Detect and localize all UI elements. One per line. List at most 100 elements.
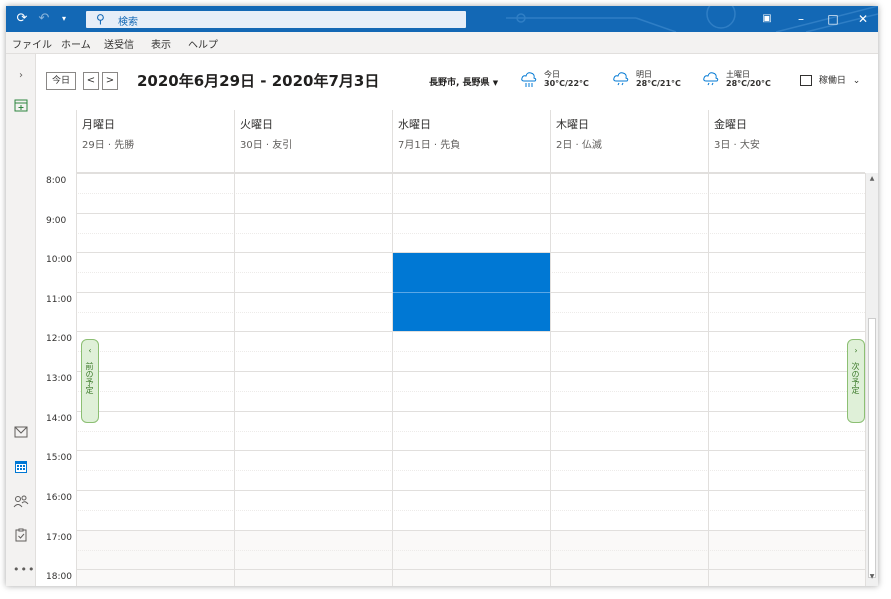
hour-line bbox=[76, 450, 865, 451]
ribbon-display-icon[interactable]: ▣ bbox=[750, 6, 784, 32]
time-label: 15:00 bbox=[46, 453, 72, 463]
mail-icon[interactable] bbox=[13, 426, 29, 442]
menu-help[interactable]: ヘルプ bbox=[188, 36, 218, 51]
drizzle-cloud-icon bbox=[702, 71, 722, 89]
today-button[interactable]: 今日 bbox=[46, 72, 76, 90]
new-event-icon[interactable] bbox=[13, 98, 29, 114]
time-label: 11:00 bbox=[46, 295, 72, 305]
time-label: 16:00 bbox=[46, 493, 72, 503]
weather-temp: 28°C/20°C bbox=[726, 79, 771, 88]
half-hour-line bbox=[76, 431, 865, 432]
day-header-tue[interactable]: 火曜日 30日 · 友引 bbox=[234, 110, 392, 173]
time-label: 9:00 bbox=[46, 216, 67, 226]
selected-time-block[interactable] bbox=[393, 253, 550, 331]
calendar-view-icon bbox=[800, 75, 812, 86]
day-name: 月曜日 bbox=[82, 118, 115, 131]
quick-access-dropdown-icon[interactable]: ▾ bbox=[56, 11, 72, 27]
menu-file[interactable]: ファイル bbox=[12, 36, 52, 51]
outlook-window: ⟳ ↶ ▾ ⚲ 検索 ▣ – □ ✕ ファイル ホーム 送受信 表示 ヘルプ › bbox=[6, 6, 878, 586]
hour-line bbox=[76, 173, 865, 174]
column-divider bbox=[550, 173, 551, 586]
day-date: 30日 · 友引 bbox=[240, 140, 293, 151]
scrollbar-thumb[interactable] bbox=[868, 318, 876, 578]
menu-bar: ファイル ホーム 送受信 表示 ヘルプ bbox=[6, 32, 878, 54]
location-selector[interactable]: 長野市, 長野県 ▼ bbox=[429, 75, 498, 88]
day-name: 火曜日 bbox=[240, 118, 273, 131]
day-header-fri[interactable]: 金曜日 3日 · 大安 bbox=[708, 110, 865, 173]
chevron-down-icon: ▼ bbox=[492, 79, 499, 87]
search-icon: ⚲ bbox=[96, 12, 105, 26]
minimize-button[interactable]: – bbox=[784, 6, 818, 32]
chevron-right-icon: › bbox=[854, 346, 858, 355]
column-divider bbox=[708, 173, 709, 586]
calendar-view: 月曜日 29日 · 先勝 火曜日 30日 · 友引 水曜日 7月1日 · 先負 … bbox=[36, 110, 878, 586]
vertical-scrollbar[interactable]: ▲ ▼ bbox=[865, 173, 878, 586]
half-hour-line bbox=[76, 351, 865, 352]
day-date: 7月1日 · 先負 bbox=[398, 140, 461, 151]
day-headers: 月曜日 29日 · 先勝 火曜日 30日 · 友引 水曜日 7月1日 · 先負 … bbox=[76, 110, 865, 173]
time-label: 18:00 bbox=[46, 572, 72, 582]
menu-send-receive[interactable]: 送受信 bbox=[104, 36, 134, 51]
day-name: 金曜日 bbox=[714, 118, 747, 131]
half-hour-line bbox=[76, 510, 865, 511]
calendar-icon[interactable] bbox=[13, 460, 29, 476]
date-range-title: 2020年6月29日 - 2020年7月3日 bbox=[137, 72, 380, 90]
scroll-up-icon[interactable]: ▲ bbox=[867, 175, 877, 185]
expand-chevron-icon[interactable]: › bbox=[13, 68, 29, 84]
time-label: 8:00 bbox=[46, 176, 67, 186]
chevron-down-icon: ⌄ bbox=[852, 76, 861, 86]
hour-line bbox=[76, 490, 865, 491]
search-placeholder: 検索 bbox=[118, 17, 138, 28]
location-label: 長野市, 長野県 bbox=[429, 78, 490, 88]
hour-line bbox=[76, 411, 865, 412]
weather-temp: 30°C/22°C bbox=[544, 79, 589, 88]
column-divider bbox=[392, 173, 393, 586]
time-label: 12:00 bbox=[46, 334, 72, 344]
drizzle-cloud-icon bbox=[612, 71, 632, 89]
day-date: 2日 · 仏滅 bbox=[556, 140, 602, 151]
time-grid[interactable]: 8:00 9:00 10:00 11:00 12:00 13:00 14:00 … bbox=[36, 173, 865, 586]
weather-temp: 28°C/21°C bbox=[636, 79, 681, 88]
next-appointment-button[interactable]: › 次の予定 bbox=[847, 339, 865, 423]
hour-line bbox=[76, 213, 865, 214]
next-button[interactable]: > bbox=[102, 72, 118, 90]
half-hour-line bbox=[76, 391, 865, 392]
rain-cloud-icon bbox=[520, 71, 540, 89]
day-date: 3日 · 大安 bbox=[714, 140, 760, 151]
menu-home[interactable]: ホーム bbox=[61, 36, 91, 51]
column-divider bbox=[76, 173, 77, 586]
tasks-icon[interactable] bbox=[13, 528, 29, 544]
day-header-mon[interactable]: 月曜日 29日 · 先勝 bbox=[76, 110, 234, 173]
maximize-button[interactable]: □ bbox=[816, 6, 850, 32]
previous-appointment-button[interactable]: ‹ 前の予定 bbox=[81, 339, 99, 423]
column-divider bbox=[234, 173, 235, 586]
calendar-header: 今日 < > 2020年6月29日 - 2020年7月3日 長野市, 長野県 ▼… bbox=[36, 54, 878, 110]
title-bar: ⟳ ↶ ▾ ⚲ 検索 ▣ – □ ✕ bbox=[6, 6, 878, 32]
hour-line bbox=[76, 569, 865, 570]
sync-icon[interactable]: ⟳ bbox=[14, 11, 30, 27]
time-label: 10:00 bbox=[46, 255, 72, 265]
half-hour-line bbox=[76, 193, 865, 194]
view-label: 稼働日 bbox=[818, 76, 846, 86]
menu-view[interactable]: 表示 bbox=[151, 36, 171, 51]
undo-icon[interactable]: ↶ bbox=[36, 11, 52, 27]
chevron-left-icon: ‹ bbox=[88, 346, 92, 355]
close-button[interactable]: ✕ bbox=[846, 6, 878, 32]
more-apps-icon[interactable]: ••• bbox=[13, 562, 34, 578]
after-hours-region bbox=[76, 530, 865, 586]
day-date: 29日 · 先勝 bbox=[82, 140, 135, 151]
search-input[interactable]: ⚲ 検索 bbox=[86, 11, 466, 28]
day-header-wed[interactable]: 水曜日 7月1日 · 先負 bbox=[392, 110, 550, 173]
view-arrange-dropdown[interactable]: 稼働日 ⌄ bbox=[800, 73, 860, 86]
hour-line bbox=[76, 530, 865, 531]
previous-button[interactable]: < bbox=[83, 72, 99, 90]
scroll-down-icon[interactable]: ▼ bbox=[867, 573, 877, 583]
people-icon[interactable] bbox=[13, 494, 29, 510]
time-label: 14:00 bbox=[46, 414, 72, 424]
selection-divider bbox=[393, 292, 550, 293]
day-header-thu[interactable]: 木曜日 2日 · 仏滅 bbox=[550, 110, 708, 173]
previous-appointment-label: 前の予定 bbox=[85, 362, 94, 394]
next-appointment-label: 次の予定 bbox=[851, 362, 860, 394]
day-name: 水曜日 bbox=[398, 118, 431, 131]
half-hour-line bbox=[76, 233, 865, 234]
